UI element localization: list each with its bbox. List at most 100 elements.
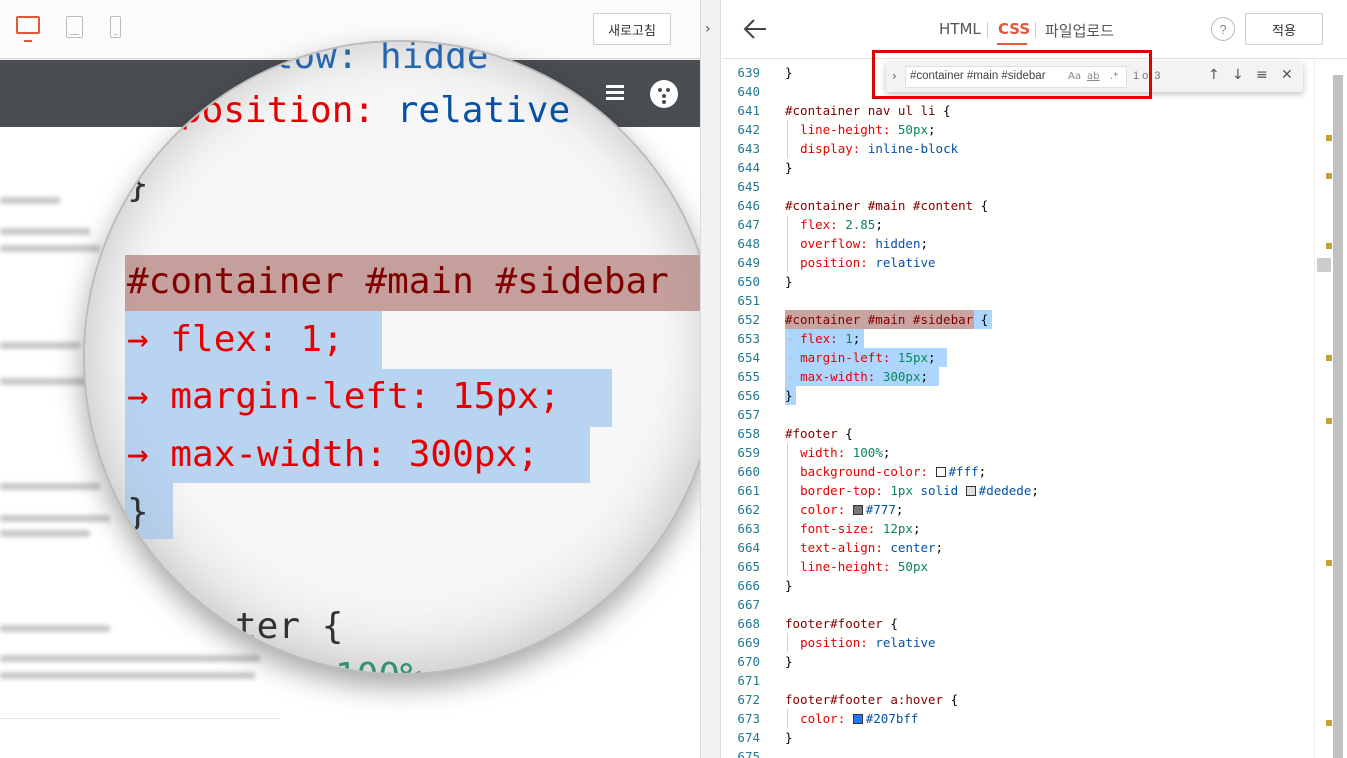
css-punct: ; — [912, 521, 921, 536]
css-punct — [875, 369, 883, 384]
code-line: 650} — [722, 272, 1322, 291]
line-number: 675 — [737, 749, 760, 758]
refresh-button[interactable]: 새로고침 — [593, 13, 671, 45]
css-selector: #footer — [785, 426, 846, 441]
code-text: position: relative — [785, 253, 936, 272]
code-text: font-size: 12px; — [785, 519, 921, 538]
css-property: color: — [800, 711, 846, 726]
mag-line: } — [127, 492, 149, 533]
line-number: 651 — [737, 293, 760, 308]
tab-file-upload[interactable]: 파일업로드 — [1045, 20, 1114, 41]
pane-divider[interactable]: › — [700, 0, 721, 758]
css-value: #fff — [948, 464, 979, 479]
desktop-icon[interactable] — [16, 16, 40, 42]
css-property: line-height: — [800, 559, 891, 574]
chevron-right-icon[interactable]: › — [705, 21, 715, 37]
indent-guide — [787, 633, 788, 652]
css-property: border-top: — [800, 483, 883, 498]
arrow-up-icon[interactable]: ↑ — [1208, 67, 1220, 83]
indent-guide — [787, 367, 788, 386]
css-brace: { — [980, 312, 989, 327]
editor-scrollbar[interactable] — [1333, 75, 1343, 758]
ruler-match-mark — [1326, 173, 1332, 179]
css-number: 100% — [852, 445, 883, 460]
css-number: 12px — [882, 521, 913, 536]
close-icon[interactable]: ✕ — [1281, 67, 1293, 83]
code-line: 675 — [722, 747, 1322, 758]
line-number: 671 — [737, 673, 760, 688]
tab-html[interactable]: HTML — [939, 20, 981, 38]
code-line: 665 line-height: 50px — [722, 557, 1322, 576]
css-punct — [860, 141, 868, 156]
css-property: position: — [800, 255, 868, 270]
line-number: 645 — [737, 179, 760, 194]
code-text: color: #207bff — [785, 709, 918, 728]
css-property: max-width: — [800, 369, 876, 384]
line-number: 666 — [737, 578, 760, 593]
tablet-icon[interactable] — [66, 16, 83, 38]
css-selector: footer#footer a:hover — [785, 692, 951, 707]
css-punct: ; — [852, 331, 861, 346]
mobile-icon[interactable] — [110, 16, 121, 38]
css-brace: } — [785, 274, 793, 289]
magnified-code: flow: hidde position: relative } #contai… — [85, 42, 700, 673]
css-brace: { — [943, 103, 951, 118]
line-number: 668 — [737, 616, 760, 631]
line-number: 655 — [737, 369, 760, 384]
css-selector: #container #main #content — [785, 198, 981, 213]
css-selector: footer#footer — [785, 616, 891, 631]
code-line: 668 footer#footer { — [722, 614, 1322, 633]
code-line: 661 border-top: 1px solid #dedede; — [722, 481, 1322, 500]
code-line: 669 position: relative — [722, 633, 1322, 652]
mag-prop-text: position: relative — [180, 90, 570, 131]
css-brace: { — [845, 426, 853, 441]
line-number: 658 — [737, 426, 760, 441]
code-line: 653 → flex: 1; — [722, 329, 1322, 348]
code-line: 660 background-color: #fff; — [722, 462, 1322, 481]
css-number: 50px — [897, 122, 929, 137]
code-text: line-height: 50px; — [785, 120, 935, 139]
code-line: 647 flex: 2.85; — [722, 215, 1322, 234]
line-number: 664 — [737, 540, 760, 555]
find-in-selection-icon[interactable]: ≡ — [1256, 67, 1268, 83]
whole-word-icon[interactable]: ab — [1087, 71, 1099, 82]
code-line: 659 width: 100%; — [722, 443, 1322, 462]
regex-icon[interactable]: .* — [1110, 71, 1118, 82]
code-line: 654 → margin-left: 15px; — [722, 348, 1322, 367]
code-text: → max-width: 300px; — [785, 367, 928, 386]
tab-css[interactable]: CSS — [998, 20, 1030, 38]
chevron-right-icon[interactable]: › — [892, 69, 897, 83]
ruler-match-mark — [1326, 355, 1332, 361]
arrow-down-icon[interactable]: ↓ — [1232, 67, 1244, 83]
line-number: 660 — [737, 464, 760, 479]
css-brace: } — [785, 730, 793, 745]
css-brace: } — [785, 160, 793, 175]
line-number: 639 — [737, 65, 760, 80]
mag-line: → flex: 1; — [127, 319, 344, 360]
line-number: 672 — [737, 692, 760, 707]
line-number: 653 — [737, 331, 760, 346]
css-property: width: — [800, 445, 846, 460]
apply-button[interactable]: 적용 — [1245, 13, 1323, 45]
css-brace: { — [890, 616, 898, 631]
color-swatch — [852, 505, 863, 515]
color-swatch — [935, 467, 946, 477]
css-punct: ; — [920, 369, 929, 384]
line-number: 642 — [737, 122, 760, 137]
find-input[interactable]: #container #main #sidebar Aa ab .* — [905, 66, 1127, 88]
css-property: overflow: — [800, 236, 868, 251]
code-text: } — [785, 386, 793, 405]
line-number: 644 — [737, 160, 760, 175]
css-value: relative — [875, 255, 936, 270]
css-code-editor[interactable]: 639} 640 641 #container nav ul li {642 line… — [722, 60, 1347, 758]
match-case-icon[interactable]: Aa — [1068, 71, 1081, 82]
help-icon[interactable]: ? — [1211, 17, 1235, 41]
cursor-position-mark — [1317, 258, 1331, 272]
line-number: 673 — [737, 711, 760, 726]
line-number: 656 — [737, 388, 760, 403]
css-punct — [845, 502, 853, 517]
back-arrow-icon[interactable] — [742, 16, 768, 42]
indent-guide — [787, 120, 788, 139]
css-punct: ; — [895, 502, 904, 517]
find-widget: › #container #main #sidebar Aa ab .* 1 o… — [886, 62, 1303, 92]
